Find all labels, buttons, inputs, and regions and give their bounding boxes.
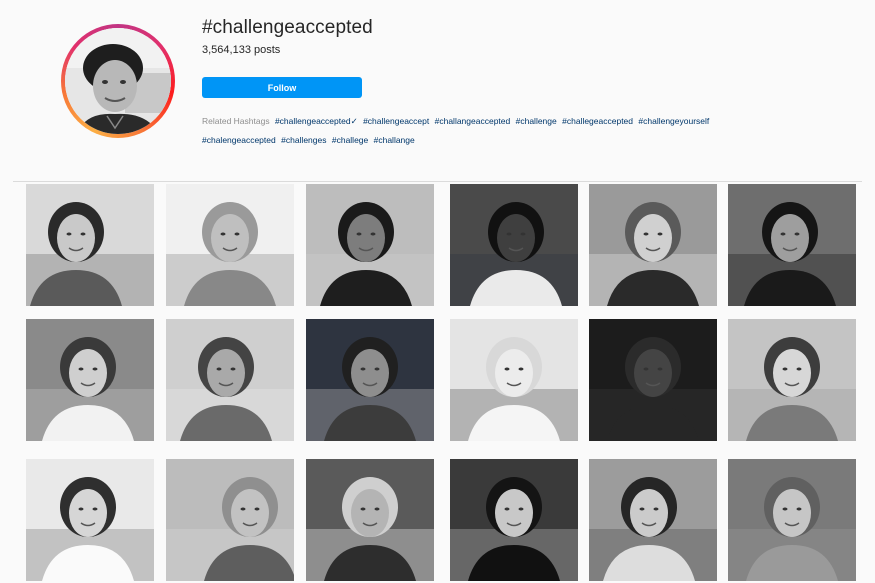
post-photo xyxy=(26,459,154,581)
related-hashtag-link[interactable]: #chalengeaccepted xyxy=(202,135,276,145)
related-hashtag-link[interactable]: #challegeaccepted xyxy=(562,116,633,126)
post-braids-woman-selfie[interactable] xyxy=(450,184,578,306)
post-photo xyxy=(589,319,717,441)
post-photo xyxy=(450,319,578,441)
post-photo xyxy=(306,319,434,441)
post-photo xyxy=(450,459,578,581)
post-photo xyxy=(728,319,856,441)
post-two-women-selfie[interactable] xyxy=(26,184,154,306)
post-photo xyxy=(306,459,434,581)
post-woman-night-city[interactable] xyxy=(306,319,434,441)
post-woman-sunglasses-headband[interactable] xyxy=(26,319,154,441)
post-woman-long-dark-hair[interactable] xyxy=(450,459,578,581)
post-photo xyxy=(166,319,294,441)
post-woman-standing-night-lake[interactable] xyxy=(589,319,717,441)
related-hashtag-link[interactable]: #challenge xyxy=(516,116,557,126)
post-blonde-woman-smiling[interactable] xyxy=(450,319,578,441)
post-photo xyxy=(589,459,717,581)
related-hashtags-label: Related Hashtags xyxy=(202,116,270,126)
post-group-older-women[interactable] xyxy=(728,459,856,581)
post-photo xyxy=(728,184,856,306)
related-hashtag-link[interactable]: #challege xyxy=(332,135,368,145)
post-woman-white-dress-field[interactable] xyxy=(26,459,154,581)
post-long-hair-woman-closeup[interactable] xyxy=(589,184,717,306)
related-hashtags: Related Hashtags #challengeaccepted✓ #ch… xyxy=(202,112,762,150)
post-woman-by-harbor[interactable] xyxy=(728,184,856,306)
post-woman-short-hair-patterned-shirt[interactable] xyxy=(589,459,717,581)
post-curly-hair-smiling-woman[interactable] xyxy=(306,184,434,306)
follow-button[interactable]: Follow xyxy=(202,77,362,98)
post-woman-cap-mirrored-sunglasses[interactable] xyxy=(166,319,294,441)
hashtag-avatar[interactable] xyxy=(61,24,175,138)
hashtag-title: #challengeaccepted xyxy=(202,17,373,38)
header-divider xyxy=(13,181,862,182)
related-hashtag-link[interactable]: #challengeaccept xyxy=(363,116,429,126)
post-photo xyxy=(166,459,294,581)
avatar-photo xyxy=(65,28,171,134)
post-photo xyxy=(306,184,434,306)
post-photo xyxy=(26,319,154,441)
post-photo xyxy=(166,184,294,306)
post-woman-dark-hair-portrait[interactable] xyxy=(728,319,856,441)
related-hashtag-link[interactable]: #challenges xyxy=(281,135,326,145)
related-hashtag-link[interactable]: #challengeyourself xyxy=(638,116,709,126)
post-photo xyxy=(450,184,578,306)
post-photo xyxy=(26,184,154,306)
related-hashtag-link[interactable]: #challengeaccepted✓ xyxy=(275,116,358,126)
post-woman-hat-city-view[interactable] xyxy=(166,184,294,306)
post-woman-glasses-disneyland[interactable] xyxy=(306,459,434,581)
post-count: 3,564,133 posts xyxy=(202,44,281,56)
related-hashtag-link[interactable]: #challange xyxy=(374,135,415,145)
post-photo xyxy=(728,459,856,581)
hashtag-header: #challengeaccepted 3,564,133 posts Follo… xyxy=(0,0,875,182)
related-hashtag-link[interactable]: #challangeaccepted xyxy=(435,116,511,126)
post-photo xyxy=(589,184,717,306)
post-woman-lying-selfie[interactable] xyxy=(166,459,294,581)
